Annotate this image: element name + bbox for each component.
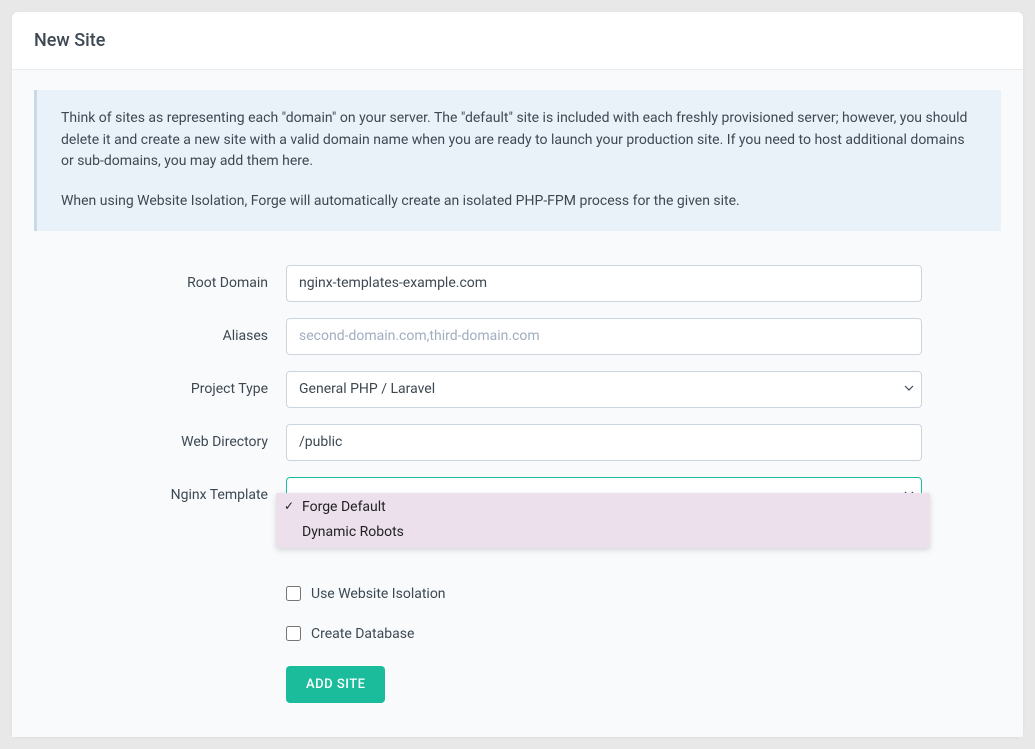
card-header: New Site: [12, 12, 1023, 70]
nginx-template-label: Nginx Template: [34, 487, 286, 503]
nginx-template-dropdown: Forge Default Dynamic Robots: [276, 493, 930, 548]
use-isolation-checkbox[interactable]: [286, 586, 301, 601]
aliases-row: Aliases: [34, 318, 1001, 355]
info-text-2: When using Website Isolation, Forge will…: [61, 191, 977, 213]
root-domain-row: Root Domain: [34, 265, 1001, 302]
web-directory-label: Web Directory: [34, 434, 286, 450]
project-type-row: Project Type General PHP / Laravel: [34, 371, 1001, 408]
create-database-checkbox[interactable]: [286, 626, 301, 641]
page-title: New Site: [34, 30, 1001, 51]
root-domain-label: Root Domain: [34, 275, 286, 291]
card-body: Think of sites as representing each "dom…: [12, 70, 1023, 737]
web-directory-row: Web Directory: [34, 424, 1001, 461]
info-text-1: Think of sites as representing each "dom…: [61, 108, 977, 173]
create-database-label[interactable]: Create Database: [311, 626, 414, 642]
nginx-template-option-default[interactable]: Forge Default: [276, 495, 930, 521]
new-site-card: New Site Think of sites as representing …: [12, 12, 1023, 737]
nginx-template-row: Nginx Template Forge Default Dynamic Rob…: [34, 477, 1001, 514]
nginx-template-option-dynamic-robots[interactable]: Dynamic Robots: [276, 520, 930, 546]
info-box: Think of sites as representing each "dom…: [34, 90, 1001, 231]
submit-row: ADD SITE: [34, 666, 1001, 703]
use-isolation-label[interactable]: Use Website Isolation: [311, 586, 446, 602]
root-domain-input[interactable]: [286, 265, 922, 302]
project-type-label: Project Type: [34, 381, 286, 397]
add-site-button[interactable]: ADD SITE: [286, 666, 385, 703]
aliases-input[interactable]: [286, 318, 922, 355]
use-isolation-row: Use Website Isolation: [34, 586, 1001, 602]
create-database-row: Create Database: [34, 626, 1001, 642]
new-site-form: Root Domain Aliases Project Type General…: [34, 265, 1001, 703]
aliases-label: Aliases: [34, 328, 286, 344]
project-type-select[interactable]: General PHP / Laravel: [286, 371, 922, 408]
web-directory-input[interactable]: [286, 424, 922, 461]
